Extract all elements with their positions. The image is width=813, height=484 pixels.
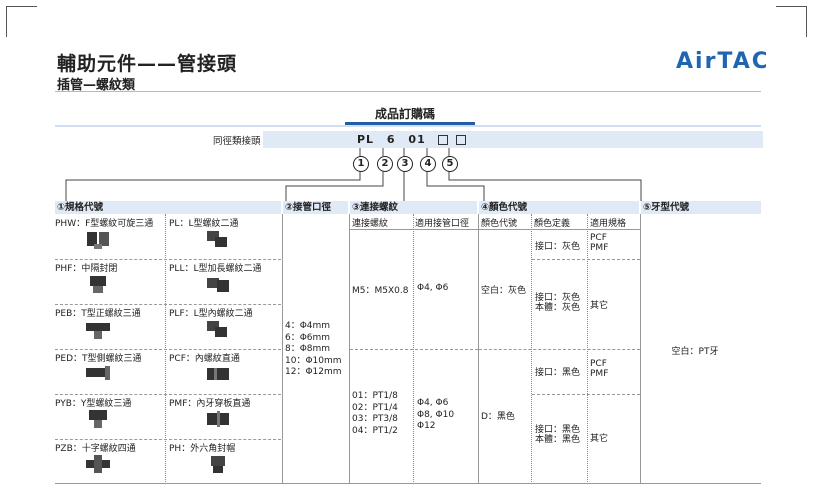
color-def-2: 接口：灰色 本體：灰色 (535, 293, 581, 313)
fitting-pmf-icon (207, 411, 229, 427)
color-spec-1: PCF PMF (590, 233, 609, 253)
fitting-pcf-icon (207, 368, 229, 380)
size-12: 12：Φ12mm (285, 367, 342, 377)
thread-pt12: 04：PT1/2 (352, 425, 398, 436)
spec-pyb: PYB：Y型螺紋三通 (55, 399, 132, 409)
fitting-phf-icon (90, 276, 106, 293)
spec-peb: PEB：T型正螺紋三通 (55, 309, 141, 319)
spec-pl: PL：L型螺紋二通 (169, 219, 239, 229)
spec-pll: PLL：L型加長螺紋二通 (169, 264, 262, 274)
color-spec-2: 其它 (590, 301, 609, 311)
spec-ph: PH：外六角封帽 (169, 444, 236, 454)
connector-lines (65, 148, 642, 201)
subheader-tube: 適用接管口徑 (415, 219, 470, 229)
subheader-color-code: 顏色代號 (481, 219, 518, 229)
fitting-plf-icon (207, 321, 227, 337)
subheader-thread: 連接螺紋 (352, 219, 389, 229)
size-6: 6：Φ6mm (285, 332, 331, 343)
fitting-pzb-icon (86, 455, 110, 473)
color-spec-3: PCF PMF (590, 359, 609, 379)
size-8: 8：Φ8mm (285, 344, 331, 354)
fitting-pyb-icon (89, 410, 107, 428)
size-10: 10：Φ10mm (285, 355, 342, 366)
subheader-spec: 適用規格 (590, 219, 627, 229)
spec-pmf: PMF：內牙穿板直通 (169, 399, 251, 409)
thread-m5-tube: Φ4, Φ6 (417, 283, 449, 293)
color-gray-code: 空白：灰色 (481, 286, 527, 296)
color-spec-4: 其它 (590, 434, 609, 444)
thread-type-value: 空白：PT牙 (671, 347, 719, 357)
spec-phf: PHF：中隔封閉 (55, 264, 118, 274)
thread-m5: M5：M5X0.8 (352, 286, 409, 296)
col-header-size: ②接管口徑 (283, 201, 348, 214)
color-def-4: 接口：黑色 本體：黑色 (535, 425, 581, 445)
thread-pt14: 02：PT1/4 (352, 402, 398, 413)
fitting-ph-icon (211, 456, 225, 473)
fitting-phw-icon (87, 232, 109, 249)
thread-pt-list: 01：PT1/8 02：PT1/4 03：PT3/8 04：PT1/2 (352, 391, 398, 437)
spec-ped: PED：T型側螺紋三通 (55, 354, 142, 364)
fitting-pl-icon (207, 231, 227, 247)
size-4: 4：Φ4mm (285, 321, 331, 331)
fitting-pll-icon (207, 278, 229, 292)
col-header-color: ④顏色代號 (479, 201, 639, 214)
col-header-thread: ③連接螺紋 (350, 201, 477, 214)
thread-pt38: 03：PT3/8 (352, 414, 398, 424)
col-header-thread-type: ⑤牙型代號 (641, 201, 761, 214)
thread-pt18: 01：PT1/8 (352, 391, 398, 401)
color-black-code: D：黑色 (481, 412, 515, 422)
subheader-color-def: 顏色定義 (534, 219, 571, 229)
color-def-1: 接口：灰色 (535, 242, 581, 252)
spec-pcf: PCF：內螺紋直通 (169, 354, 240, 364)
spec-plf: PLF：L型內螺紋二通 (169, 309, 253, 319)
fitting-peb-icon (86, 323, 110, 339)
thread-pt-tube: Φ4, Φ6 Φ8, Φ10 Φ12 (417, 398, 455, 431)
spec-phw: PHW：F型螺紋可旋三通 (55, 219, 154, 229)
fitting-ped-icon (86, 366, 110, 380)
spec-pzb: PZB：十字螺紋四通 (55, 444, 136, 454)
size-list: 4：Φ4mm 6：Φ6mm 8：Φ8mm 10：Φ10mm 12：Φ12mm (285, 321, 342, 379)
color-def-3: 接口：黑色 (535, 368, 581, 378)
col-header-spec: ①規格代號 (55, 201, 281, 214)
